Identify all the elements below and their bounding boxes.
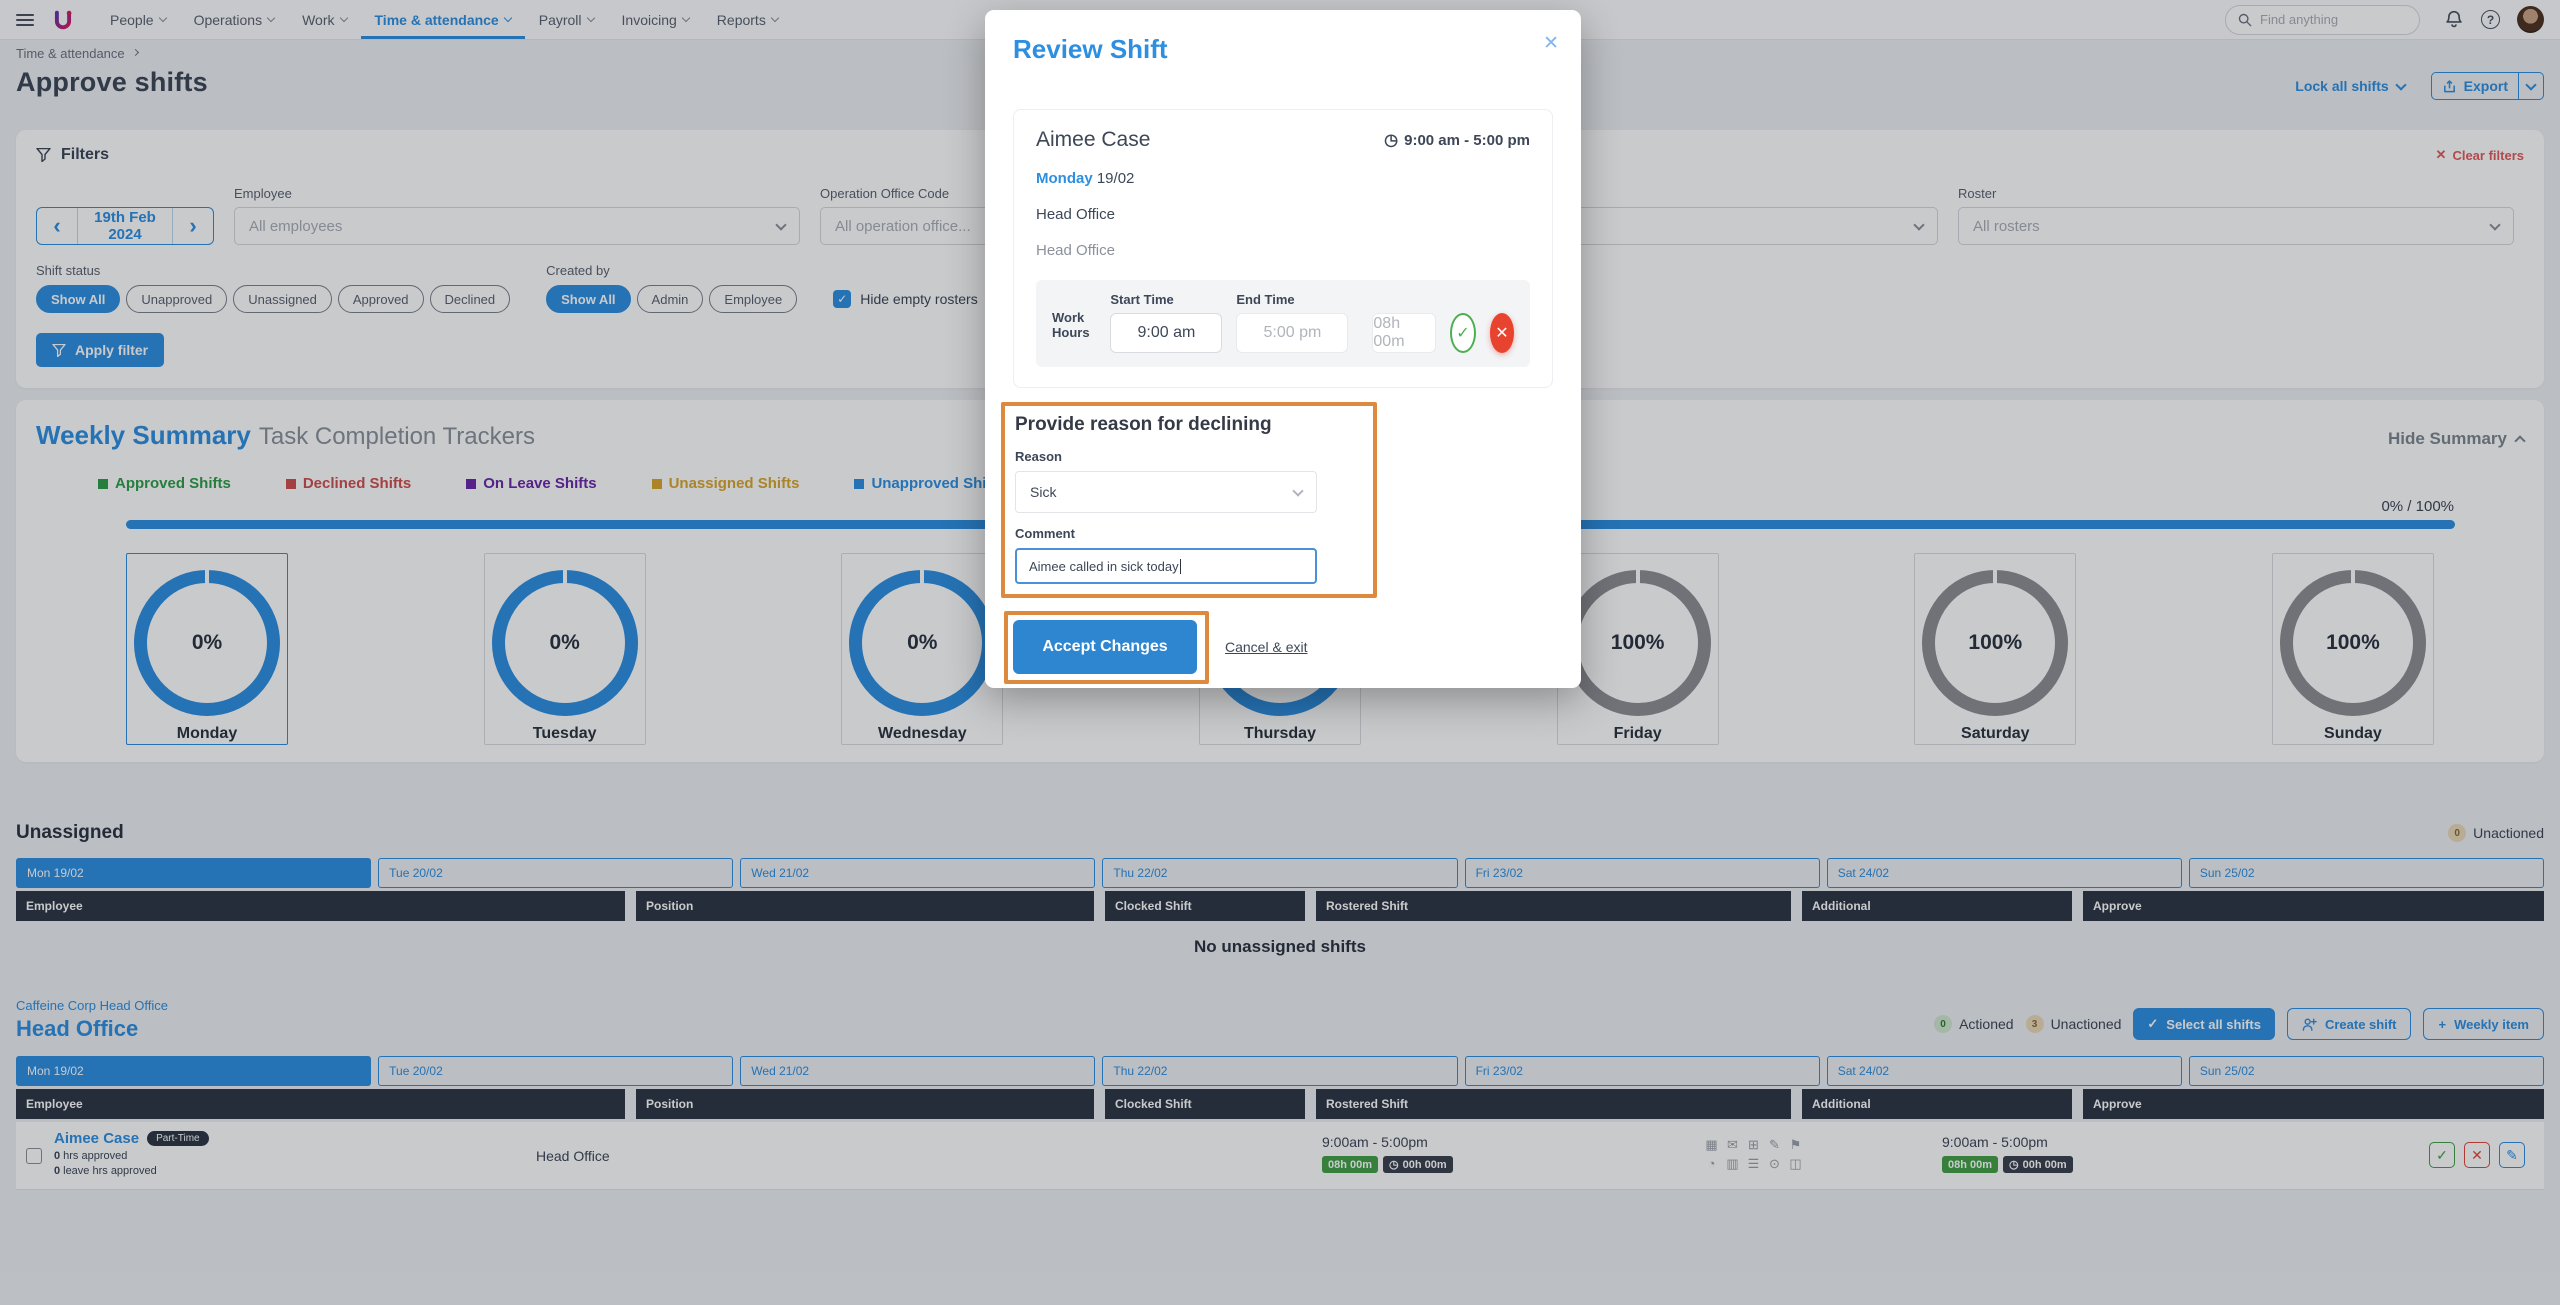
reason-select[interactable]: Sick bbox=[1015, 471, 1317, 513]
start-time-label: Start Time bbox=[1110, 292, 1222, 307]
modal-employee-name: Aimee Case bbox=[1036, 128, 1150, 152]
comment-input[interactable]: Aimee called in sick today bbox=[1015, 548, 1317, 584]
decline-heading: Provide reason for declining bbox=[1015, 414, 1355, 436]
modal-title: Review Shift bbox=[1013, 34, 1553, 65]
modal-time-range: 9:00 am - 5:00 pm bbox=[1384, 130, 1530, 150]
shift-detail-card: Aimee Case 9:00 am - 5:00 pm Monday 19/0… bbox=[1013, 109, 1553, 388]
review-shift-modal: Review Shift Aimee Case 9:00 am - 5:00 p… bbox=[985, 10, 1581, 688]
chevron-down-icon bbox=[1292, 485, 1303, 496]
approve-hours-button[interactable] bbox=[1450, 313, 1476, 353]
duration-input: 08h 00m bbox=[1372, 313, 1436, 353]
work-hours-panel: Work Hours Start Time 9:00 am End Time 5… bbox=[1036, 280, 1530, 367]
decline-reason-section: Provide reason for declining Reason Sick… bbox=[1015, 414, 1355, 584]
work-hours-label: Work Hours bbox=[1052, 310, 1096, 340]
clock-icon bbox=[1384, 130, 1398, 150]
text-cursor bbox=[1180, 559, 1182, 574]
end-time-label: End Time bbox=[1236, 292, 1348, 307]
modal-day: Monday 19/02 bbox=[1036, 170, 1530, 187]
reason-select-value: Sick bbox=[1030, 484, 1056, 500]
decline-hours-button[interactable] bbox=[1490, 313, 1514, 353]
end-time-input[interactable]: 5:00 pm bbox=[1236, 313, 1348, 353]
reason-label: Reason bbox=[1015, 449, 1355, 464]
cancel-exit-link[interactable]: Cancel & exit bbox=[1225, 639, 1307, 655]
start-time-input[interactable]: 9:00 am bbox=[1110, 313, 1222, 353]
modal-sub-office: Head Office bbox=[1036, 242, 1530, 259]
comment-text: Aimee called in sick today bbox=[1029, 559, 1179, 574]
accept-changes-button[interactable]: Accept Changes bbox=[1013, 620, 1197, 674]
modal-office: Head Office bbox=[1036, 206, 1530, 223]
comment-label: Comment bbox=[1015, 526, 1355, 541]
close-icon[interactable] bbox=[1543, 32, 1559, 55]
